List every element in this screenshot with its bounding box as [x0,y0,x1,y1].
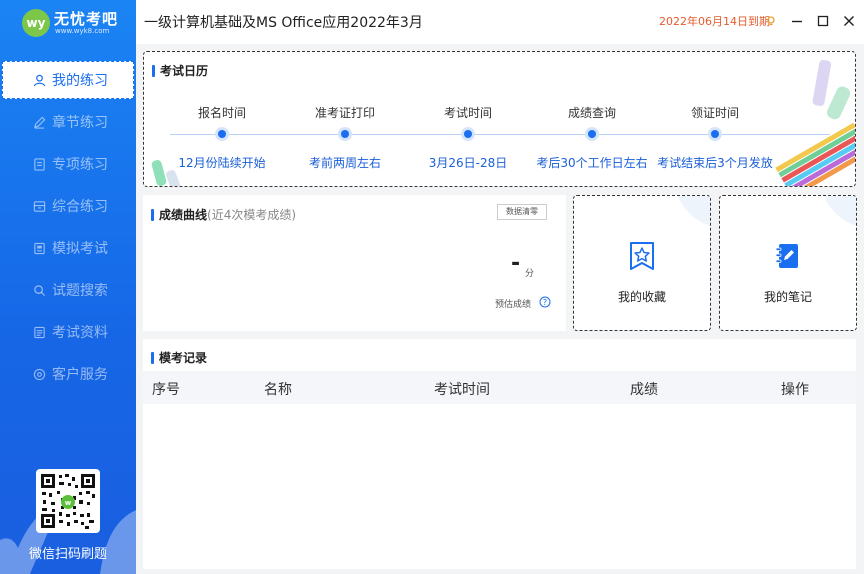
app-logo: wy 无忧考吧 www.wyk8.com [22,7,122,37]
step-date: 考前两周左右 [308,156,381,170]
score-curve-panel: 成绩曲线 (近4次模考成绩) 数据清零 - 分 预估成绩 ? [143,195,566,331]
step-dot [464,130,472,138]
svg-text:?: ? [543,298,547,307]
sidebar-item-my-practice[interactable]: 我的练习 [2,61,134,99]
leaf-decoration [824,196,856,226]
logo-url: www.wyk8.com [55,27,110,35]
favorite-star-icon [630,242,654,270]
column-header-actions: 操作 [781,382,809,398]
sidebar-item-comprehensive-practice[interactable]: 综合练习 [2,187,134,225]
sidebar-item-topic-practice[interactable]: 专项练习 [2,145,134,183]
score-curve-title: 成绩曲线 (近4次模考成绩) [151,206,296,223]
step-dot [588,130,596,138]
step-dot [218,130,226,138]
mock-exam-records: 模考记录 序号 名称 考试时间 成绩 操作 [143,339,856,569]
close-icon[interactable] [842,13,856,27]
records-table-header: 序号 名称 考试时间 成绩 操作 [143,371,856,404]
maximize-icon[interactable] [816,13,830,27]
column-header-name: 名称 [264,382,292,398]
document-icon [30,156,48,172]
exam-calendar: 考试日历 报名时间 12月份陆续开始 准考证打印 考前两周左右 考试时间 3月2… [143,51,856,187]
expiry-date: 2022年06月14日到期 [659,15,770,28]
step-date: 12月份陆续开始 [178,156,266,170]
step-name: 领证时间 [690,106,739,120]
stationery-decoration [775,59,855,186]
step-name: 报名时间 [197,106,246,120]
sidebar-item-label: 章节练习 [52,115,108,131]
step-date: 3月26日-28日 [428,156,508,170]
sidebar-item-label: 综合练习 [52,199,108,215]
sidebar-item-label: 客户服务 [52,367,108,383]
step-dot [341,130,349,138]
sidebar-item-label: 考试资料 [52,325,108,341]
my-notes-label: 我的笔记 [763,290,812,304]
edit-icon [30,114,48,130]
estimated-score-label: 预估成绩 [495,300,532,310]
search-icon [30,282,48,298]
exam-icon [30,240,48,256]
app-title: 一级计算机基础及MS Office应用2022年3月 [144,15,423,31]
folder-icon [30,324,48,340]
wechat-qr-code: w [36,469,100,533]
column-header-index: 序号 [152,382,180,398]
notebook-icon [775,244,798,268]
sidebar-item-label: 我的练习 [52,73,108,89]
archive-icon [30,198,48,214]
records-title: 模考记录 [151,349,207,366]
sidebar-item-mock-exam[interactable]: 模拟考试 [2,229,134,267]
score-curve-subtitle: (近4次模考成绩) [207,208,297,222]
sidebar-item-label: 专项练习 [52,157,108,173]
estimated-score-value: - [511,251,521,276]
logo-name: 无忧考吧 [54,10,119,28]
bulb-icon[interactable] [764,13,778,27]
step-date: 考后30个工作日左右 [536,156,648,170]
qr-caption: 微信扫码刷题 [28,547,107,562]
column-header-exam-time: 考试时间 [434,382,490,398]
logo-badge: wy [22,9,50,37]
svg-text:w: w [65,499,72,507]
calendar-title: 考试日历 [152,62,208,79]
minimize-icon[interactable] [790,13,804,27]
my-notes-card[interactable]: 我的笔记 [719,195,857,331]
clear-data-button[interactable]: 数据清零 [497,204,547,220]
service-icon [30,366,48,382]
timeline-line [170,134,830,135]
sidebar-item-label: 试题搜索 [52,283,108,299]
my-favorites-label: 我的收藏 [617,290,666,304]
leaf-decoration [678,196,710,226]
sidebar-item-customer-service[interactable]: 客户服务 [2,355,134,393]
sidebar-item-chapter-practice[interactable]: 章节练习 [2,103,134,141]
title-bar: 一级计算机基础及MS Office应用2022年3月 2022年06月14日到期 [136,0,864,44]
user-icon [30,72,48,88]
step-name: 准考证打印 [314,106,375,120]
sidebar-item-label: 模拟考试 [52,241,108,257]
column-header-score: 成绩 [630,382,658,398]
step-date: 考试结束后3个月发放 [657,156,773,170]
sidebar-item-exam-materials[interactable]: 考试资料 [2,313,134,351]
step-name: 成绩查询 [567,106,616,120]
step-name: 考试时间 [443,106,492,120]
sidebar-item-question-search[interactable]: 试题搜索 [2,271,134,309]
step-dot [711,130,719,138]
my-favorites-card[interactable]: 我的收藏 [573,195,711,331]
sidebar: wy 无忧考吧 www.wyk8.com 我的练习 章节练习 专项练习 综合练习… [0,0,136,574]
help-icon[interactable]: ? [539,296,551,308]
score-unit: 分 [525,269,535,279]
